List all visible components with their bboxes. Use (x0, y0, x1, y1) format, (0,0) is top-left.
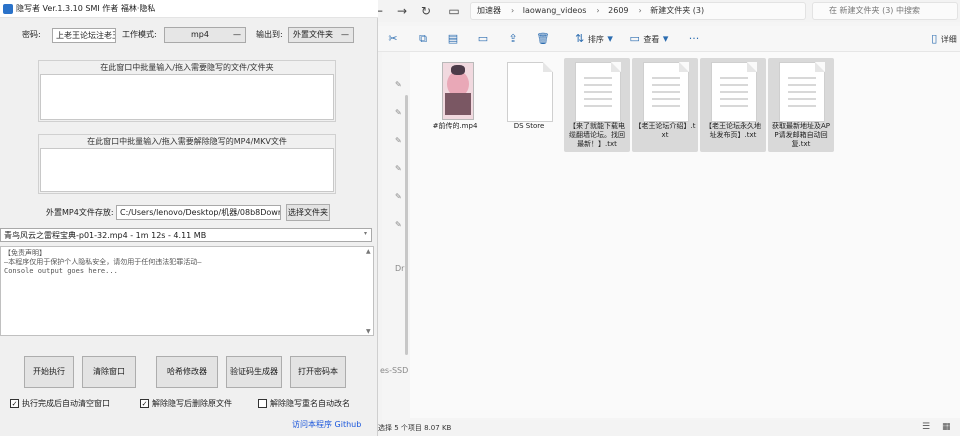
delete-source-checkbox[interactable]: ✓ (140, 399, 149, 408)
chevron-down-icon: — (233, 30, 241, 39)
refresh-icon[interactable]: ↻ (416, 2, 436, 20)
share-icon[interactable]: ⇪ (504, 30, 522, 48)
hide-files-drop-area[interactable] (40, 74, 334, 120)
console-output[interactable]: 【免责声明】 —本程序仅用于保护个人隐私安全，请勿用于任何违法犯罪活动— Con… (0, 246, 374, 336)
auto-clear-checkbox[interactable]: ✓ (10, 399, 19, 408)
file-item[interactable]: 【老王论坛介绍】.txt (632, 58, 698, 152)
sort-button[interactable]: ⇅ 排序 ▾ (572, 30, 616, 48)
sidebar-item-drive[interactable]: Dr (395, 264, 404, 273)
file-name: #前传的.mp4 (432, 122, 478, 130)
outer-path-label: 外置MP4文件存放: (46, 208, 114, 217)
details-view-icon[interactable]: ☰ (922, 422, 930, 434)
file-item[interactable]: #前传的.mp4 (422, 58, 488, 152)
blank-file-icon (507, 62, 553, 122)
breadcrumb[interactable]: 新建文件夹 (3) (650, 3, 704, 19)
hash-modifier-button[interactable]: 哈希修改器 (156, 356, 218, 388)
console-line: Console output goes here... (4, 267, 118, 275)
console-line: —本程序仅用于保护个人隐私安全，请勿用于任何违法犯罪活动— (4, 258, 202, 266)
delete-icon[interactable]: 🗑 (534, 30, 552, 48)
monitor-icon[interactable]: ▭ (444, 2, 464, 20)
file-item[interactable]: 【老王论坛永久地址发布页】.txt (700, 58, 766, 152)
selected-file-value: 青鸟风云之雷程宝典-p01-32.mp4 - 1m 12s - 4.11 MB (4, 231, 207, 240)
steganography-tool-window: 隐写者 Ver.1.3.10 SMI 作者 福林·隐私 密码: 上老王论坛注老王… (0, 0, 378, 436)
chevron-down-icon: ▾ (364, 230, 368, 237)
status-text: 选择 5 个项目 8.07 KB (378, 424, 452, 432)
breadcrumb[interactable]: 加速器 (477, 3, 501, 19)
clear-window-button[interactable]: 清除窗口 (82, 356, 136, 388)
captcha-generator-button[interactable]: 验证码生成器 (226, 356, 282, 388)
breadcrumb[interactable]: 2609 (608, 3, 628, 19)
app-icon (3, 4, 13, 14)
outer-path-input[interactable]: C:/Users/lenovo/Desktop/机器/08b8Dowr (116, 205, 281, 220)
reveal-files-drop-area[interactable] (40, 148, 334, 192)
pin-icon: ✎ (395, 220, 402, 229)
choose-folder-button[interactable]: 选择文件夹 (286, 204, 330, 221)
paste-icon[interactable]: ▤ (444, 30, 462, 48)
password-input[interactable]: 上老王论坛注老王 (52, 28, 116, 43)
start-button[interactable]: 开始执行 (24, 356, 74, 388)
file-name: 获取最新地址及APP请发邮箱自动回复.txt (771, 122, 830, 148)
pin-icon: ✎ (395, 136, 402, 145)
chevron-down-icon: — (341, 30, 349, 39)
sidebar-item-ssd[interactable]: es-SSD (380, 366, 408, 375)
view-button[interactable]: ▭ 查看 ▾ (626, 30, 672, 48)
cut-icon[interactable]: ✂ (384, 30, 402, 48)
auto-clear-label: 执行完成后自动清空窗口 (22, 399, 110, 408)
search-input[interactable]: 在 新建文件夹 (3) 中搜索 (812, 2, 958, 20)
file-item[interactable]: 获取最新地址及APP请发邮箱自动回复.txt (768, 58, 834, 152)
pin-icon: ✎ (395, 164, 402, 173)
breadcrumb[interactable]: laowang_videos (523, 3, 587, 19)
scroll-down-icon[interactable]: ▼ (366, 328, 371, 335)
delete-source-label: 解除隐写后删除原文件 (152, 399, 232, 408)
pin-icon: ✎ (395, 80, 402, 89)
address-bar[interactable]: 加速器 › laowang_videos › 2609 › 新建文件夹 (3) (470, 2, 806, 20)
console-line: 【免责声明】 (4, 249, 46, 257)
file-name: 【老王论坛介绍】.txt (634, 122, 696, 139)
reveal-files-label: 在此窗口中批量输入/拖入需要解除隐写的MP4/MKV文件 (87, 137, 287, 146)
text-file-icon (779, 62, 825, 122)
output-select[interactable]: 外置文件夹 — (288, 27, 354, 43)
scroll-up-icon[interactable]: ▲ (366, 248, 371, 255)
video-thumbnail (442, 62, 474, 120)
tiles-view-icon[interactable]: ▦ (942, 422, 951, 434)
copy-icon[interactable]: ⧉ (414, 30, 432, 48)
file-select[interactable]: 青鸟风云之雷程宝典-p01-32.mp4 - 1m 12s - 4.11 MB (0, 228, 372, 242)
file-name: 【来了就能下载电缆翻墙论坛。找回最新！】.txt (569, 122, 625, 148)
hide-files-label: 在此窗口中批量输入/拖入需要隐写的文件/文件夹 (100, 63, 274, 72)
text-file-icon (711, 62, 757, 122)
file-item[interactable]: 【来了就能下载电缆翻墙论坛。找回最新！】.txt (564, 58, 630, 152)
password-label: 密码: (22, 30, 41, 39)
pin-icon: ✎ (395, 192, 402, 201)
status-bar: 选择 5 个项目 8.07 KB (378, 420, 960, 436)
open-password-book-button[interactable]: 打开密码本 (290, 356, 346, 388)
output-label: 输出到: (256, 30, 283, 39)
search-placeholder: 在 新建文件夹 (3) 中搜索 (829, 6, 920, 15)
file-name: 【老王论坛永久地址发布页】.txt (705, 122, 761, 139)
file-name: DS Store (513, 122, 545, 130)
sidebar-scrollbar[interactable] (405, 95, 408, 355)
github-link[interactable]: 访问本程序 Github (292, 419, 361, 431)
forward-button[interactable]: → (392, 2, 412, 20)
rename-icon[interactable]: ▭ (474, 30, 492, 48)
text-file-icon (575, 62, 621, 122)
auto-rename-label: 解除隐写重名自动改名 (270, 399, 350, 408)
details-pane-button[interactable]: ▯ 详细 (928, 30, 960, 48)
mode-label: 工作模式: (122, 30, 157, 39)
window-title: 隐写者 Ver.1.3.10 SMI 作者 福林·隐私 (16, 4, 156, 13)
output-value: 外置文件夹 (293, 30, 333, 39)
mode-select[interactable]: mp4 — (164, 27, 246, 43)
text-file-icon (643, 62, 689, 122)
pin-icon: ✎ (395, 108, 402, 117)
mode-value: mp4 (191, 30, 209, 39)
file-item[interactable]: DS Store (496, 58, 562, 152)
more-options-button[interactable]: ··· (684, 30, 704, 48)
auto-rename-checkbox[interactable] (258, 399, 267, 408)
